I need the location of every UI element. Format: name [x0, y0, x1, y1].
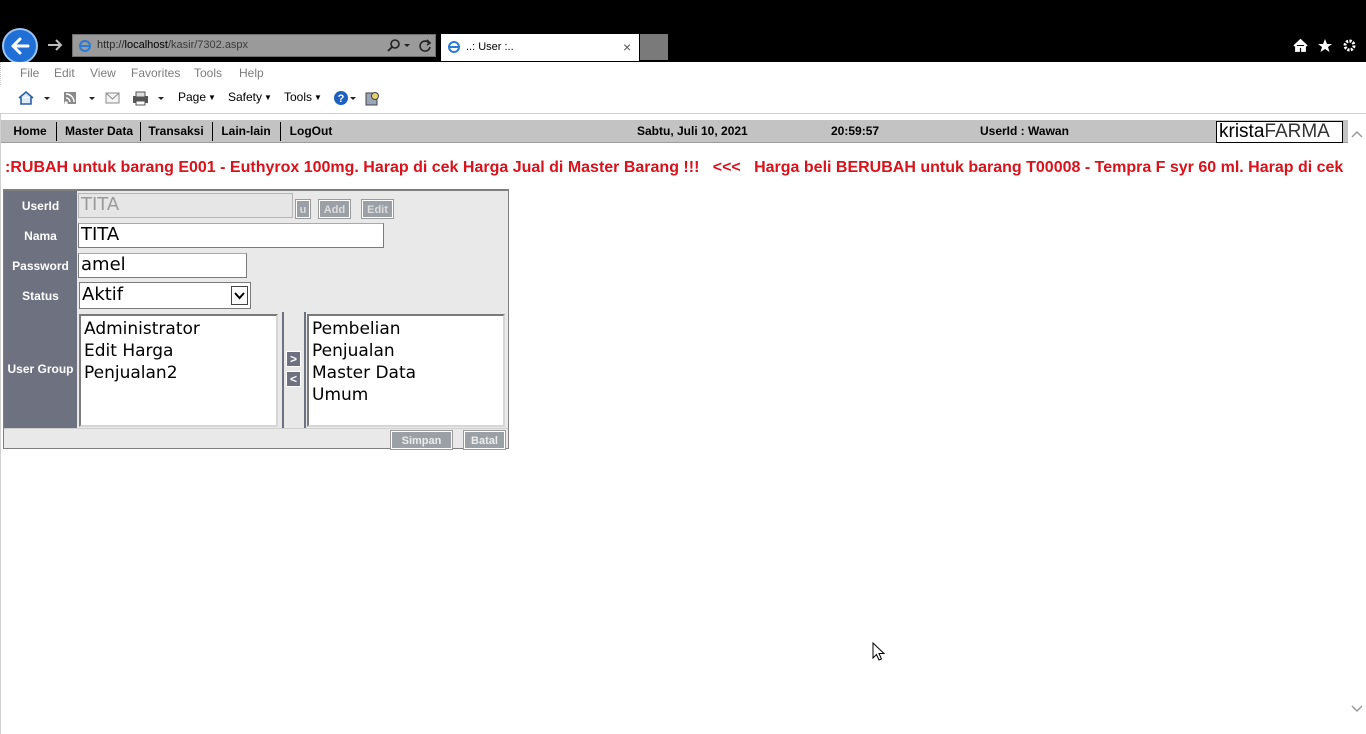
list-item[interactable]: Penjualan: [312, 340, 500, 362]
list-divider: [304, 312, 306, 428]
label-status: Status: [22, 289, 59, 303]
label-user-group: User Group: [7, 362, 74, 376]
list-item[interactable]: Administrator: [84, 318, 273, 340]
mail-icon[interactable]: [105, 90, 121, 106]
nav-separator: [140, 122, 141, 141]
menu-edit[interactable]: Edit: [54, 66, 75, 80]
home-icon[interactable]: [1293, 38, 1308, 53]
tab-close-icon[interactable]: ×: [623, 39, 631, 55]
marquee-text: :RUBAH untuk barang E001 - Euthyrox 100m…: [5, 159, 1348, 176]
nav-lain-lain[interactable]: Lain-lain: [215, 120, 277, 142]
back-arrow-icon: [11, 37, 30, 55]
userid-lookup-button[interactable]: u: [295, 199, 311, 219]
page-viewport: Home Master Data Transaksi Lain-lain Log…: [0, 113, 1366, 734]
scroll-up-icon[interactable]: [1351, 129, 1363, 139]
app-navbar: Home Master Data Transaksi Lain-lain Log…: [1, 119, 1348, 143]
ie-tab-icon: [448, 41, 460, 53]
cmd-tools-menu[interactable]: Tools ▼: [284, 90, 322, 104]
price-change-marquee: :RUBAH untuk barang E001 - Euthyrox 100m…: [1, 156, 1348, 180]
batal-button[interactable]: Batal: [463, 430, 506, 450]
kristafarma-logo: kristaFARMA: [1216, 121, 1343, 143]
status-select[interactable]: Aktif: [79, 282, 251, 309]
nav-separator: [56, 122, 57, 141]
status-dropdown-button[interactable]: [231, 286, 248, 305]
move-right-button[interactable]: >: [286, 351, 301, 367]
list-divider: [282, 312, 284, 428]
url-text[interactable]: http://localhost/kasir/7302.aspx: [97, 39, 248, 51]
nama-input[interactable]: TITA: [78, 223, 384, 248]
menu-view[interactable]: View: [90, 66, 116, 80]
label-nama: Nama: [24, 229, 57, 243]
status-selected-value: Aktif: [82, 284, 124, 305]
current-time: 20:59:57: [831, 124, 880, 138]
forward-button[interactable]: [46, 36, 64, 54]
tab-title: ..: User :..: [466, 41, 514, 53]
back-button[interactable]: [2, 28, 38, 64]
edit-button[interactable]: Edit: [361, 199, 394, 219]
menu-file[interactable]: File: [20, 66, 39, 80]
address-bar[interactable]: http://localhost/kasir/7302.aspx: [72, 34, 436, 57]
add-button[interactable]: Add: [318, 199, 351, 219]
mouse-cursor-icon: [872, 642, 886, 661]
userid-input[interactable]: TITA: [78, 193, 293, 218]
list-item[interactable]: Umum: [312, 384, 500, 406]
nav-transaksi[interactable]: Transaksi: [143, 120, 209, 142]
command-bar: Page ▼ Safety ▼ Tools ▼ ?: [0, 85, 1366, 113]
browser-titlebar: http://localhost/kasir/7302.aspx ..: Use…: [0, 0, 1366, 64]
nav-separator: [212, 122, 213, 141]
label-userid: UserId: [21, 199, 60, 213]
nav-master-data[interactable]: Master Data: [59, 120, 139, 142]
menu-tools[interactable]: Tools: [194, 66, 222, 80]
nav-home[interactable]: Home: [5, 120, 55, 142]
move-left-button[interactable]: <: [286, 371, 301, 387]
tab-user[interactable]: ..: User :.. ×: [441, 34, 639, 61]
print-icon[interactable]: [132, 90, 168, 106]
user-form: UserId Nama Password Status User Group T…: [3, 189, 509, 450]
ie-page-icon: [79, 40, 91, 52]
simpan-button[interactable]: Simpan: [390, 430, 453, 450]
cmd-home-icon[interactable]: [18, 90, 54, 106]
list-item[interactable]: Edit Harga: [84, 340, 273, 362]
available-groups-list[interactable]: Administrator Edit Harga Penjualan2: [79, 314, 278, 427]
password-input[interactable]: amel: [78, 253, 247, 278]
search-icon[interactable]: [385, 38, 415, 54]
logged-in-user: UserId : Wawan: [980, 124, 1069, 138]
vertical-scrollbar[interactable]: [1348, 119, 1366, 731]
refresh-icon[interactable]: [418, 38, 432, 54]
nav-logout[interactable]: LogOut: [283, 120, 339, 142]
menu-help[interactable]: Help: [239, 66, 264, 80]
cmd-page-menu[interactable]: Page ▼: [178, 90, 216, 104]
menu-bar: File Edit View Favorites Tools Help: [0, 62, 1366, 85]
cmd-safety-menu[interactable]: Safety ▼: [228, 90, 272, 104]
current-date: Sabtu, Juli 10, 2021: [637, 124, 748, 138]
scroll-down-icon[interactable]: [1351, 704, 1363, 714]
svg-text:?: ?: [338, 93, 345, 105]
menu-favorites[interactable]: Favorites: [131, 66, 180, 80]
list-item[interactable]: Pembelian: [312, 318, 500, 340]
list-item[interactable]: Master Data: [312, 362, 500, 384]
settings-gear-icon[interactable]: [1342, 38, 1357, 53]
chevron-down-icon: [234, 292, 245, 300]
nav-separator: [280, 122, 281, 141]
list-item[interactable]: Penjualan2: [84, 362, 273, 384]
assigned-groups-list[interactable]: Pembelian Penjualan Master Data Umum: [307, 314, 505, 427]
help-icon[interactable]: ?: [333, 90, 359, 106]
favorites-star-icon[interactable]: [1317, 38, 1333, 53]
new-tab-button[interactable]: [640, 34, 668, 60]
research-icon[interactable]: [364, 90, 382, 106]
label-column: [4, 191, 77, 428]
form-footer-divider: [4, 428, 508, 429]
label-password: Password: [12, 259, 69, 273]
feeds-icon[interactable]: [63, 90, 99, 106]
